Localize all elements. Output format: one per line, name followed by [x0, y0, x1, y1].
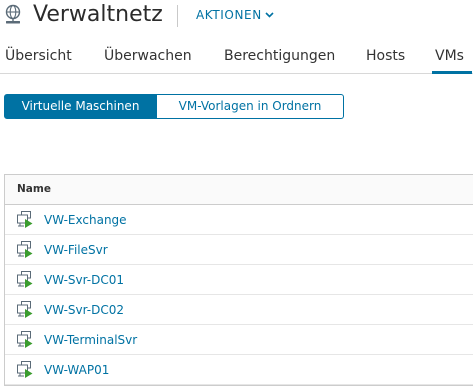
tab-monitor[interactable]: Überwachen: [104, 47, 192, 65]
vm-name-link[interactable]: VW-TerminalSvr: [44, 332, 137, 348]
table-row[interactable]: VW-Svr-DC01: [5, 265, 473, 295]
page-title: Verwaltnetz: [33, 2, 163, 27]
actions-label: AKTIONEN: [196, 8, 262, 22]
vm-name-link[interactable]: VW-WAP01: [44, 362, 109, 378]
virtual-machines-toggle[interactable]: Virtuelle Maschinen: [4, 94, 157, 119]
vm-grid: Name VW-Exchange VW-FileSvr VW-Svr-DC01: [4, 174, 473, 386]
vm-name-link[interactable]: VW-Svr-DC02: [44, 302, 124, 318]
tab-permissions[interactable]: Berechtigungen: [224, 47, 335, 65]
vm-name-link[interactable]: VW-Svr-DC01: [44, 272, 124, 288]
vm-templates-toggle[interactable]: VM-Vorlagen in Ordnern: [157, 94, 344, 119]
vm-name-link[interactable]: VW-FileSvr: [44, 242, 108, 258]
header-divider: [177, 5, 178, 27]
tab-overview[interactable]: Übersicht: [5, 47, 72, 65]
chevron-down-icon: [265, 12, 274, 18]
vm-powered-on-icon: [17, 241, 33, 258]
vm-powered-on-icon: [17, 301, 33, 318]
tab-vms[interactable]: VMs: [435, 47, 464, 65]
column-header-name[interactable]: Name: [17, 183, 51, 195]
tab-hosts[interactable]: Hosts: [366, 47, 405, 65]
active-tab-indicator: [432, 71, 472, 74]
network-globe-icon: [5, 4, 21, 24]
table-row[interactable]: VW-TerminalSvr: [5, 325, 473, 355]
vm-name-link[interactable]: VW-Exchange: [44, 212, 127, 228]
vm-powered-on-icon: [17, 361, 33, 378]
table-row[interactable]: VW-Svr-DC02: [5, 295, 473, 325]
vm-powered-on-icon: [17, 211, 33, 228]
vm-powered-on-icon: [17, 331, 33, 348]
grid-header: Name: [5, 175, 473, 205]
tabs-divider: [0, 73, 473, 74]
table-row[interactable]: VW-WAP01: [5, 355, 473, 385]
table-row[interactable]: VW-FileSvr: [5, 235, 473, 265]
actions-menu-button[interactable]: AKTIONEN: [196, 7, 274, 23]
table-row[interactable]: VW-Exchange: [5, 205, 473, 235]
vm-powered-on-icon: [17, 271, 33, 288]
